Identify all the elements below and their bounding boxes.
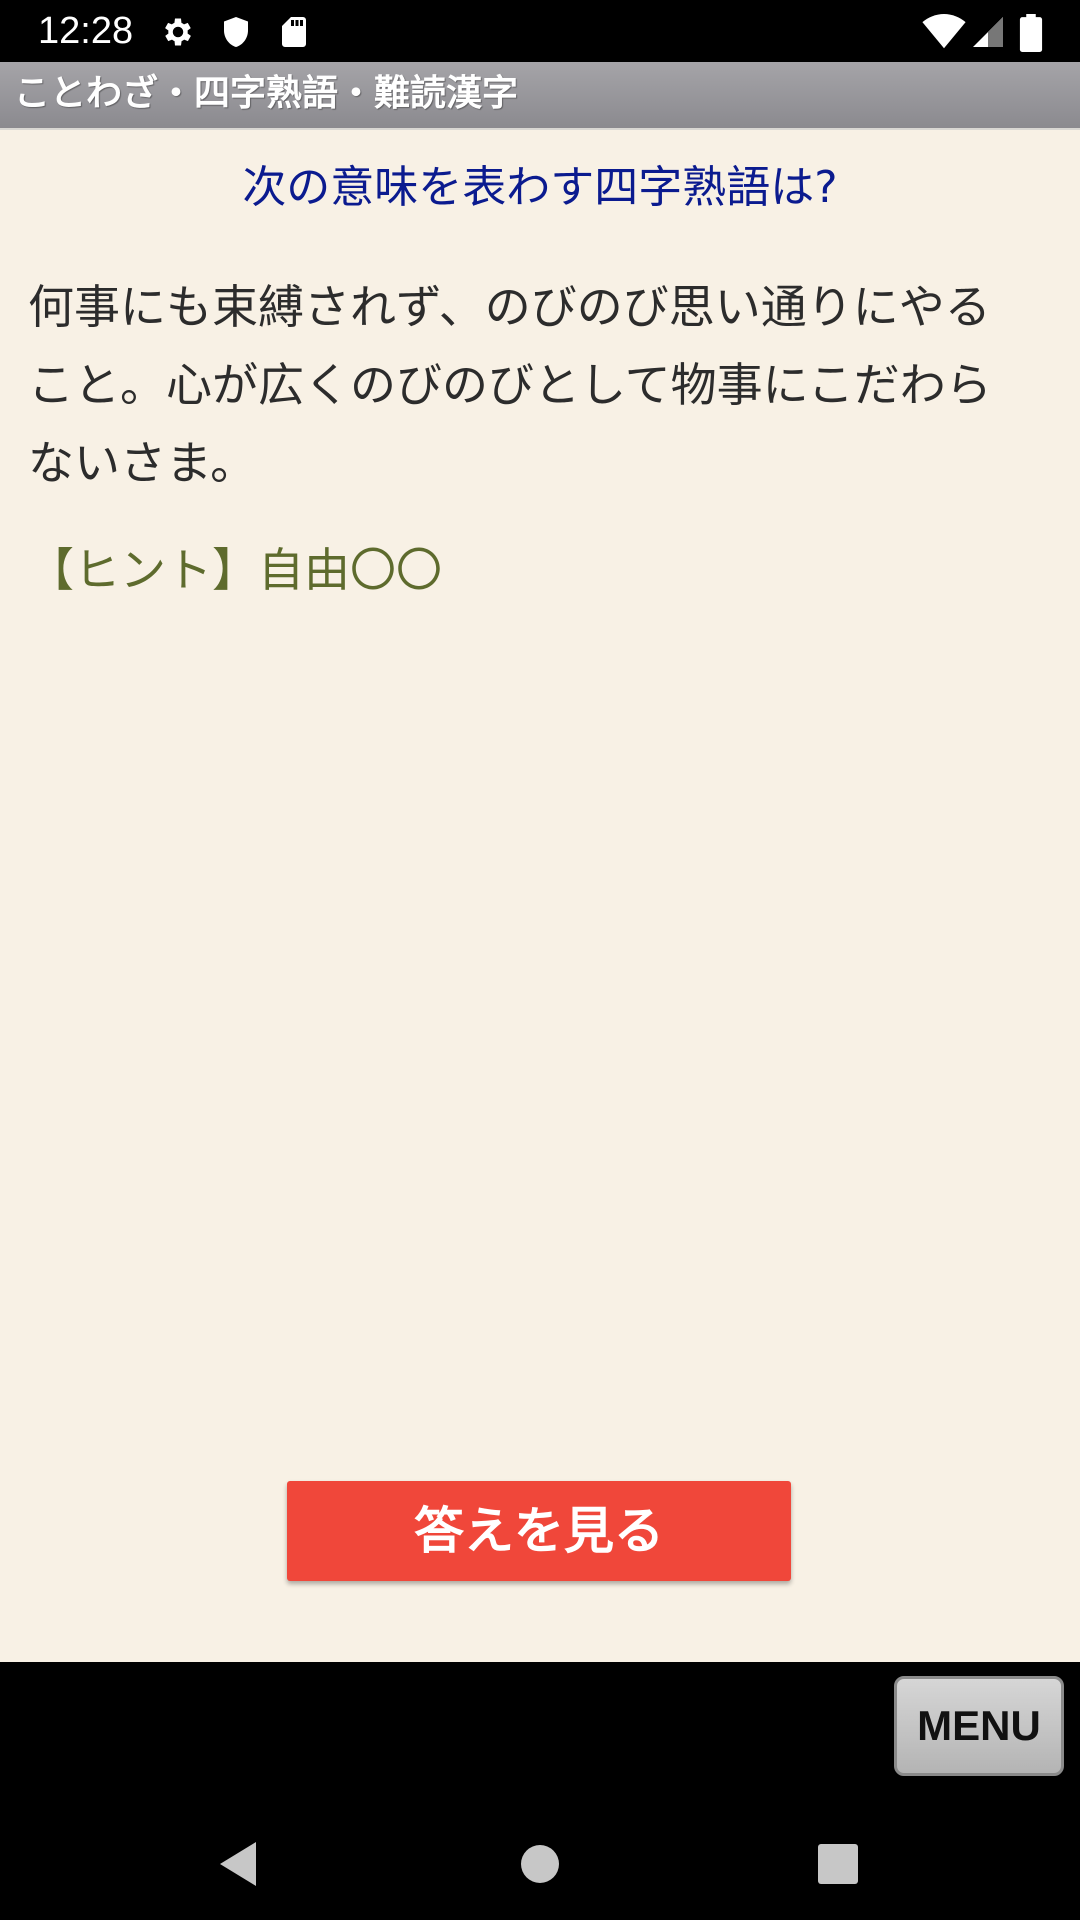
app-title: ことわざ・四字熟語・難読漢字 (14, 73, 519, 114)
battery-icon (1016, 14, 1046, 53)
sd-card-icon (276, 14, 312, 50)
back-icon[interactable] (198, 1824, 278, 1904)
wifi-icon (922, 14, 966, 50)
settings-icon (160, 14, 196, 50)
meaning-text: 何事にも束縛されず、のびのび思い通りにやること。心が広くのびのびとして物事にこだ… (28, 280, 992, 490)
status-bar: 12:28 (0, 0, 1080, 62)
app-title-bar: ことわざ・四字熟語・難読漢字 (0, 62, 1080, 130)
question-text: 次の意味を表わす四字熟語は? (242, 162, 838, 213)
shield-icon (218, 14, 254, 50)
hint-text: 【ヒント】自由〇〇 (28, 543, 442, 597)
navigation-bar (0, 1800, 1080, 1920)
home-icon[interactable] (500, 1824, 580, 1904)
screen: 12:28 ことわざ・四字熟語・難読漢字 次の意味を表わす四字熟語は? 何事にも… (0, 0, 1080, 1920)
signal-icon (970, 14, 1006, 50)
menu-button[interactable]: MENU (894, 1676, 1064, 1776)
status-time: 12:28 (38, 10, 134, 52)
recents-icon[interactable] (798, 1824, 878, 1904)
quiz-content: 次の意味を表わす四字熟語は? 何事にも束縛されず、のびのび思い通りにやること。心… (0, 130, 1080, 1662)
show-answer-button[interactable]: 答えを見る (287, 1481, 791, 1581)
